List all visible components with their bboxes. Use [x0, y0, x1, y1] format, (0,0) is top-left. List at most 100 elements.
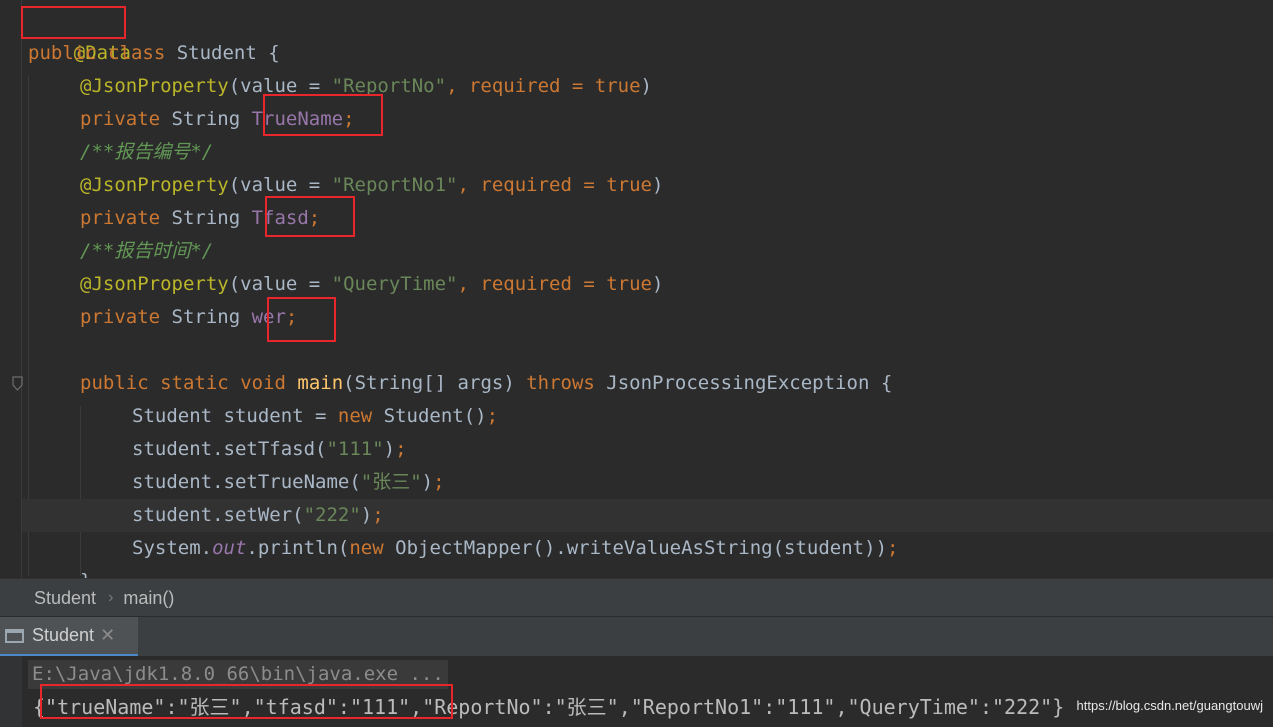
- code-line-field-wer[interactable]: private String wer;: [80, 301, 297, 334]
- code-text: Student student =: [132, 405, 338, 427]
- console-json-output: {"trueName":"张三","tfasd":"111","ReportNo…: [33, 695, 1065, 719]
- console-icon: [5, 628, 24, 643]
- watermark-text: https://blog.csdn.net/guangtouwj: [1076, 698, 1263, 713]
- doc-comment: /**报告时间*/: [80, 240, 214, 262]
- keyword-class: class: [108, 42, 166, 64]
- code-line-json-property-3[interactable]: @JsonProperty(value = "QueryTime", requi…: [80, 268, 663, 301]
- string-literal: "QueryTime": [331, 273, 458, 295]
- code-line-set-truename[interactable]: student.setTrueName("张三");: [132, 466, 445, 499]
- indent-guide: [80, 406, 81, 576]
- close-icon[interactable]: ✕: [100, 625, 115, 646]
- breadcrumb: Student › main(): [0, 578, 1273, 617]
- string-literal: "222": [303, 504, 361, 526]
- console-command-line: E:\Java\jdk1.8.0_66\bin\java.exe ...: [28, 660, 448, 689]
- code-text: ): [640, 75, 652, 97]
- string-literal: "ReportNo": [331, 75, 447, 97]
- code-line-comment-1[interactable]: /**报告编号*/: [80, 136, 213, 169]
- code-editor[interactable]: @Data public class Student { @JsonProper…: [0, 0, 1273, 578]
- code-line-class-declaration[interactable]: public class Student {: [28, 37, 280, 70]
- semicolon: ;: [285, 306, 298, 328]
- semicolon: ;: [395, 438, 407, 460]
- code-line-json-property-2[interactable]: @JsonProperty(value = "ReportNo1", requi…: [80, 169, 663, 202]
- keyword-true: true: [594, 75, 641, 97]
- code-text: , required =: [457, 174, 607, 196]
- semicolon: ;: [343, 108, 355, 130]
- code-line-main-method[interactable]: public static void main(String[] args) t…: [80, 367, 892, 400]
- keyword-true: true: [606, 174, 652, 196]
- keyword-new: new: [349, 537, 384, 559]
- type-name: String: [160, 306, 252, 328]
- code-line-field-tfasd[interactable]: private String Tfasd;: [80, 202, 320, 235]
- code-line-closing-brace[interactable]: }: [80, 565, 91, 578]
- keyword-throws: throws: [526, 372, 595, 394]
- console-gutter: [0, 656, 22, 727]
- code-line-comment-2[interactable]: /**报告时间*/: [80, 235, 213, 268]
- code-text: student.setWer(: [132, 504, 304, 526]
- code-text: ): [360, 504, 373, 526]
- code-text: ): [421, 471, 434, 493]
- annotation-json-property: @JsonProperty: [80, 273, 229, 295]
- keyword-private: private: [80, 306, 161, 328]
- type-name: String: [160, 108, 252, 130]
- code-line-set-tfasd[interactable]: student.setTfasd("111");: [132, 433, 407, 466]
- code-text: , required =: [446, 75, 595, 97]
- code-line-json-property-1[interactable]: @JsonProperty(value = "ReportNo", requir…: [80, 70, 652, 103]
- keyword-public: public: [28, 42, 97, 64]
- code-text: Student(): [372, 405, 487, 427]
- type-name: String: [160, 207, 252, 229]
- semicolon: ;: [308, 207, 321, 229]
- semicolon: ;: [433, 471, 445, 493]
- code-text: .println(: [246, 537, 350, 559]
- code-text: ): [652, 174, 664, 196]
- fold-icon[interactable]: [12, 376, 23, 391]
- code-text: student.setTrueName(: [132, 471, 361, 493]
- string-literal: "ReportNo1": [331, 174, 458, 196]
- static-field-out: out: [212, 537, 247, 559]
- keyword-void: void: [240, 372, 286, 394]
- code-text: System.: [132, 537, 213, 559]
- field-name: wer: [251, 306, 286, 328]
- gutter-divider: [21, 0, 22, 578]
- code-line-field-truename[interactable]: private String TrueName;: [80, 103, 355, 136]
- code-text: }: [80, 570, 91, 578]
- semicolon: ;: [372, 504, 384, 526]
- keyword-new: new: [337, 405, 373, 427]
- code-line-set-wer-current[interactable]: student.setWer("222");: [22, 499, 1273, 532]
- code-text: (value =: [228, 174, 332, 196]
- code-text: student.setTfasd(: [132, 438, 327, 460]
- exception-type: JsonProcessingException {: [594, 372, 893, 394]
- keyword-private: private: [80, 207, 161, 229]
- breadcrumb-separator-icon: ›: [108, 589, 114, 606]
- code-line-println[interactable]: System.out.println(new ObjectMapper().wr…: [132, 532, 898, 565]
- class-name: Student {: [165, 42, 280, 64]
- keyword-true: true: [606, 273, 652, 295]
- semicolon: ;: [486, 405, 499, 427]
- keyword-public: public: [80, 372, 149, 394]
- code-text: , required =: [457, 273, 607, 295]
- field-name: Tfasd: [251, 207, 309, 229]
- code-text: ): [652, 273, 664, 295]
- run-tab-student[interactable]: Student ✕: [0, 617, 138, 657]
- console-output[interactable]: E:\Java\jdk1.8.0_66\bin\java.exe ... {"t…: [0, 656, 1273, 727]
- code-text: (value =: [228, 75, 332, 97]
- keyword-static: static: [160, 372, 229, 394]
- method-name: main: [297, 372, 344, 394]
- code-line-annotation-data[interactable]: @Data: [28, 4, 131, 64]
- run-tool-window-header: Student ✕: [0, 616, 1273, 657]
- string-literal: "张三": [360, 471, 422, 493]
- string-literal: "111": [326, 438, 384, 460]
- doc-comment: /**报告编号*/: [80, 141, 214, 163]
- method-params: (String[] args): [343, 372, 527, 394]
- code-line-new-student[interactable]: Student student = new Student();: [132, 400, 498, 433]
- run-tab-label: Student: [32, 625, 95, 645]
- annotation-json-property: @JsonProperty: [80, 75, 229, 97]
- code-text: ): [383, 438, 396, 460]
- breadcrumb-method[interactable]: main(): [123, 588, 174, 609]
- code-text: (value =: [228, 273, 332, 295]
- code-text: ObjectMapper().writeValueAsString(studen…: [383, 537, 888, 559]
- keyword-private: private: [80, 108, 161, 130]
- annotation-json-property: @JsonProperty: [80, 174, 229, 196]
- field-name: TrueName: [251, 108, 344, 130]
- semicolon: ;: [887, 537, 899, 559]
- breadcrumb-class[interactable]: Student: [0, 588, 96, 609]
